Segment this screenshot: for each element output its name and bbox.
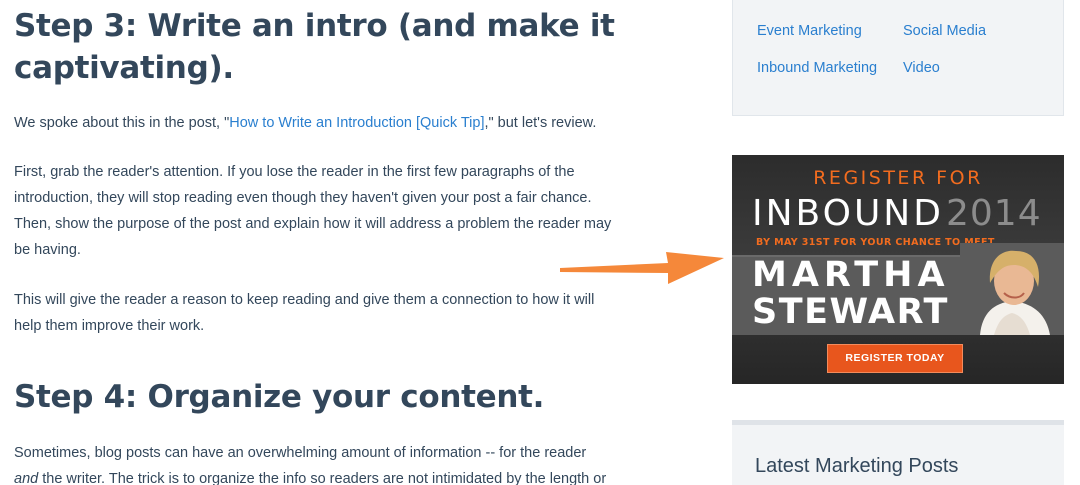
paragraph-line: This will give the reader a reason to ke… xyxy=(14,292,595,308)
step4-heading: Step 4: Organize your content. xyxy=(14,379,545,415)
paragraph-line: help them improve their work. xyxy=(14,318,205,334)
ad-name-last: STEWART xyxy=(752,292,949,332)
topic-link-social-media[interactable]: Social Media xyxy=(903,23,986,39)
paragraph-line: the writer. The trick is to organize the… xyxy=(38,471,607,485)
right-arrow-icon xyxy=(560,252,724,284)
step3-heading: Step 3: Write an intro (and make it capt… xyxy=(14,5,654,89)
paragraph-line: First, grab the reader's attention. If y… xyxy=(14,164,575,180)
step3-heading-line2: captivating). xyxy=(14,50,234,86)
latest-posts-widget: Latest Marketing Posts xyxy=(732,420,1064,485)
topic-link-video[interactable]: Video xyxy=(903,60,940,76)
paragraph-text: We spoke about this in the post, " xyxy=(14,115,230,131)
paragraph-line: Then, show the purpose of the post and e… xyxy=(14,216,612,232)
emphasis-text: and xyxy=(14,471,39,485)
ad-portrait-image xyxy=(960,243,1064,335)
ad-subline: BY MAY 31ST FOR YOUR CHANCE TO MEET xyxy=(756,237,995,248)
topics-widget: Event Marketing Social Media Inbound Mar… xyxy=(732,0,1064,116)
latest-posts-title: Latest Marketing Posts xyxy=(755,455,959,477)
step3-heading-line1: Step 3: Write an intro (and make it xyxy=(14,8,615,44)
ad-inbound-logo-text: INBOUND xyxy=(752,193,944,234)
topic-link-inbound-marketing[interactable]: Inbound Marketing xyxy=(757,60,877,76)
ad-year-text: 2014 xyxy=(946,193,1042,234)
paragraph-text: ," but let's review. xyxy=(484,115,597,131)
ad-name-first: MARTHA xyxy=(752,255,950,295)
paragraph-line: Sometimes, blog posts can have an overwh… xyxy=(14,445,587,461)
paragraph-line: be having. xyxy=(14,242,81,258)
paragraph-intro-reference: We spoke about this in the post, "How to… xyxy=(14,110,664,136)
paragraph-line: introduction, they will stop reading eve… xyxy=(14,190,592,206)
paragraph-organize: Sometimes, blog posts can have an overwh… xyxy=(14,440,664,485)
topic-link-event-marketing[interactable]: Event Marketing xyxy=(757,23,862,39)
ad-register-for-text: REGISTER FOR xyxy=(813,167,983,189)
register-today-button[interactable]: REGISTER TODAY xyxy=(827,344,963,373)
blog-page: Step 3: Write an intro (and make it capt… xyxy=(0,0,1080,485)
inbound-2014-ad-banner[interactable]: REGISTER FOR INBOUND 2014 BY MAY 31ST FO… xyxy=(732,155,1064,384)
intro-post-link[interactable]: How to Write an Introduction [Quick Tip] xyxy=(229,115,484,131)
